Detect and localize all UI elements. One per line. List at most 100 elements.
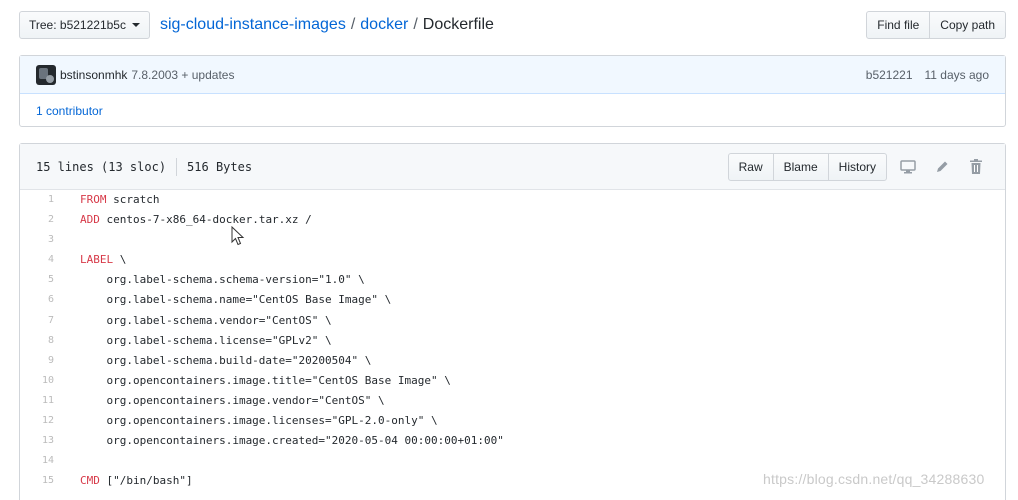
file-header: 15 lines (13 sloc) 516 Bytes Raw Blame H… bbox=[20, 144, 1005, 190]
line-content: org.label-schema.schema-version="1.0" \ bbox=[68, 270, 365, 290]
line-number[interactable]: 13 bbox=[20, 431, 68, 451]
line-number[interactable]: 6 bbox=[20, 290, 68, 310]
code-text: org.opencontainers.image.title="CentOS B… bbox=[80, 373, 451, 387]
history-button[interactable]: History bbox=[827, 152, 887, 181]
caret-down-icon bbox=[131, 23, 140, 27]
line-content: org.label-schema.license="GPLv2" \ bbox=[68, 331, 332, 351]
breadcrumb-separator: / bbox=[413, 16, 418, 33]
line-content: org.label-schema.build-date="20200504" \ bbox=[68, 351, 371, 371]
branch-label: Tree: b521221b5c bbox=[29, 18, 126, 32]
code-view: 1 FROM scratch 2 ADD centos-7-x86_64-docker… bbox=[20, 190, 1005, 491]
code-text: org.label-schema.name="CentOS Base Image… bbox=[80, 293, 392, 307]
code-line: 11 org.opencontainers.image.vendor="Cent… bbox=[20, 391, 1005, 411]
commit-message-link[interactable]: 7.8.2003 + updates bbox=[131, 68, 234, 82]
file-action-buttons: Raw Blame History bbox=[727, 152, 887, 181]
line-number[interactable]: 5 bbox=[20, 270, 68, 290]
code-line: 12 org.opencontainers.image.licenses="GP… bbox=[20, 411, 1005, 431]
avatar[interactable] bbox=[36, 64, 56, 85]
code-line: 1 FROM scratch bbox=[20, 190, 1005, 210]
latest-commit: bstinsonmhk 7.8.2003 + updates b521221 1… bbox=[20, 56, 1005, 94]
line-content: org.opencontainers.image.title="CentOS B… bbox=[68, 371, 451, 391]
line-content: LABEL \ bbox=[68, 250, 126, 270]
line-content: CMD ["/bin/bash"] bbox=[68, 471, 193, 491]
breadcrumb: sig-cloud-instance-images / docker / Doc… bbox=[160, 16, 494, 34]
line-number[interactable]: 1 bbox=[20, 190, 68, 210]
code-line: 7 org.label-schema.vendor="CentOS" \ bbox=[20, 311, 1005, 331]
branch-select-button[interactable]: Tree: b521221b5c bbox=[19, 11, 150, 39]
contributors-link[interactable]: 1 contributor bbox=[36, 104, 103, 118]
code-text: org.label-schema.license="GPLv2" \ bbox=[80, 333, 332, 347]
line-number[interactable]: 11 bbox=[20, 391, 68, 411]
line-content: org.label-schema.name="CentOS Base Image… bbox=[68, 290, 391, 310]
copy-path-button[interactable]: Copy path bbox=[929, 11, 1006, 39]
breadcrumb-repo-link[interactable]: sig-cloud-instance-images bbox=[160, 16, 346, 34]
code-text: scratch bbox=[106, 193, 160, 206]
line-number[interactable]: 2 bbox=[20, 210, 68, 230]
commit-time: 11 days ago bbox=[924, 67, 990, 82]
file-line-count: 15 lines (13 sloc) bbox=[36, 159, 167, 174]
line-number[interactable]: 9 bbox=[20, 351, 68, 371]
line-number[interactable]: 3 bbox=[20, 230, 68, 250]
line-content: org.label-schema.vendor="CentOS" \ bbox=[68, 311, 332, 331]
line-content bbox=[68, 451, 80, 471]
code-line: 10 org.opencontainers.image.title="CentO… bbox=[20, 371, 1005, 391]
blame-button[interactable]: Blame bbox=[772, 152, 829, 181]
line-number[interactable]: 15 bbox=[20, 471, 68, 491]
watermark: https://blog.csdn.net/qq_34288630 bbox=[763, 471, 985, 487]
file-size: 516 Bytes bbox=[187, 159, 253, 174]
file-actions: Raw Blame History bbox=[727, 152, 989, 181]
header-divider bbox=[176, 157, 178, 176]
code-keyword: LABEL bbox=[80, 253, 114, 267]
line-content: org.opencontainers.image.created="2020-0… bbox=[68, 431, 504, 451]
line-number[interactable]: 7 bbox=[20, 311, 68, 331]
raw-button[interactable]: Raw bbox=[727, 152, 774, 181]
commit-author-link[interactable]: bstinsonmhk bbox=[60, 68, 127, 82]
file-viewer: 15 lines (13 sloc) 516 Bytes Raw Blame H… bbox=[19, 143, 1006, 500]
code-line: 3 bbox=[20, 230, 1005, 250]
code-line: 9 org.label-schema.build-date="20200504"… bbox=[20, 351, 1005, 371]
commit-tease: bstinsonmhk 7.8.2003 + updates b521221 1… bbox=[19, 55, 1006, 127]
code-line: 2 ADD centos-7-x86_64-docker.tar.xz / bbox=[20, 210, 1005, 230]
code-line: 14 bbox=[20, 451, 1005, 471]
code-keyword: FROM bbox=[80, 193, 107, 206]
line-number[interactable]: 4 bbox=[20, 250, 68, 270]
code-text: org.label-schema.build-date="20200504" \ bbox=[80, 353, 372, 367]
line-content bbox=[68, 230, 80, 250]
code-keyword: ADD bbox=[80, 213, 100, 227]
code-line: 5 org.label-schema.schema-version="1.0" … bbox=[20, 270, 1005, 290]
breadcrumb-dir-link[interactable]: docker bbox=[360, 16, 408, 34]
find-file-button[interactable]: Find file bbox=[866, 11, 931, 39]
line-content: ADD centos-7-x86_64-docker.tar.xz / bbox=[68, 210, 312, 230]
code-line: 8 org.label-schema.license="GPLv2" \ bbox=[20, 331, 1005, 351]
desktop-icon[interactable] bbox=[895, 155, 921, 179]
commit-meta: b521221 11 days ago bbox=[866, 68, 989, 82]
commit-sha-link[interactable]: b521221 bbox=[866, 68, 913, 82]
code-text: org.opencontainers.image.created="2020-0… bbox=[80, 434, 504, 448]
line-content: org.opencontainers.image.licenses="GPL-2… bbox=[68, 411, 438, 431]
code-text: ["/bin/bash"] bbox=[99, 474, 193, 488]
file-navigation: Tree: b521221b5c sig-cloud-instance-imag… bbox=[19, 11, 1006, 39]
line-content: FROM scratch bbox=[68, 190, 159, 210]
code-text: centos-7-x86_64-docker.tar.xz / bbox=[99, 213, 312, 227]
trash-icon[interactable] bbox=[963, 155, 989, 179]
line-number[interactable]: 12 bbox=[20, 411, 68, 431]
breadcrumb-file-name: Dockerfile bbox=[422, 16, 494, 33]
code-text: org.opencontainers.image.vendor="CentOS"… bbox=[80, 393, 385, 407]
breadcrumb-separator: / bbox=[350, 16, 356, 33]
code-text: org.label-schema.vendor="CentOS" \ bbox=[80, 313, 332, 327]
file-nav-buttons: Find file Copy path bbox=[866, 11, 1006, 39]
code-text: org.label-schema.schema-version="1.0" \ bbox=[80, 273, 365, 287]
code-line: 6 org.label-schema.name="CentOS Base Ima… bbox=[20, 290, 1005, 310]
code-text: \ bbox=[113, 253, 127, 267]
code-line: 4 LABEL \ bbox=[20, 250, 1005, 270]
contributors-row: 1 contributor bbox=[20, 94, 1005, 127]
code-line: 13 org.opencontainers.image.created="202… bbox=[20, 431, 1005, 451]
line-number[interactable]: 14 bbox=[20, 451, 68, 471]
line-number[interactable]: 8 bbox=[20, 331, 68, 351]
line-number[interactable]: 10 bbox=[20, 371, 68, 391]
code-keyword: CMD bbox=[80, 474, 100, 488]
line-content: org.opencontainers.image.vendor="CentOS"… bbox=[68, 391, 385, 411]
mouse-cursor-icon bbox=[231, 226, 245, 246]
pencil-icon[interactable] bbox=[929, 155, 955, 179]
code-text: org.opencontainers.image.licenses="GPL-2… bbox=[80, 414, 438, 428]
